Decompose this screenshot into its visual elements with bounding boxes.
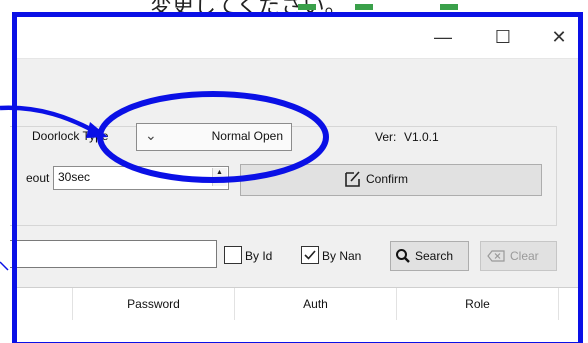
version-value: V1.0.1 (404, 130, 439, 144)
top-strip: 変更してください。 (0, 0, 588, 14)
timeout-stepper[interactable]: 30sec ▲ ▼ (53, 166, 229, 190)
decoration-bar (440, 4, 458, 10)
search-input[interactable] (10, 240, 217, 268)
annotation-stroke (0, 261, 9, 271)
backspace-icon (487, 250, 505, 262)
column-header-password[interactable]: Password (73, 288, 235, 320)
table-body (12, 320, 578, 343)
decoration-bar (355, 4, 373, 10)
clear-button[interactable]: Clear (480, 241, 557, 271)
column-header-auth[interactable]: Auth (235, 288, 397, 320)
spin-up-icon[interactable]: ▲ (216, 169, 223, 176)
by-name-checkbox[interactable] (301, 246, 319, 264)
minimize-button[interactable]: — (426, 20, 460, 54)
maximize-button[interactable]: ☐ (486, 20, 520, 54)
by-name-label: By Nan (322, 249, 362, 263)
by-id-checkbox[interactable] (224, 246, 242, 264)
decoration-bar (298, 4, 316, 10)
confirm-button[interactable]: Confirm (240, 164, 542, 196)
confirm-label: Confirm (366, 172, 409, 186)
chevron-down-icon: ⌄ (145, 127, 157, 143)
doorlock-type-select[interactable]: ⌄ Normal Open (136, 123, 292, 151)
spin-down-icon[interactable]: ▼ (216, 177, 223, 184)
column-header-role[interactable]: Role (397, 288, 559, 320)
doorlock-type-label: Doorlock Type (32, 129, 109, 143)
table-header: Password Auth Role (12, 287, 578, 321)
close-button[interactable]: ✕ (542, 20, 576, 54)
version-label: Ver: (375, 130, 397, 144)
doorlock-type-value: Normal Open (211, 129, 283, 143)
search-label: Search (415, 249, 454, 263)
by-id-label: By Id (245, 249, 273, 263)
search-button[interactable]: Search (390, 241, 469, 271)
caption-text: 変更してください。 (150, 0, 347, 14)
checkmark-icon (304, 250, 316, 260)
spin-buttons[interactable]: ▲ ▼ (212, 168, 227, 186)
clear-label: Clear (510, 249, 539, 263)
search-icon (396, 249, 410, 263)
timeout-value: 30sec (58, 170, 91, 184)
title-bar: — ☐ ✕ (12, 14, 578, 59)
edit-icon (345, 171, 360, 187)
column-header[interactable] (12, 288, 73, 320)
timeout-label: eout (26, 171, 50, 185)
